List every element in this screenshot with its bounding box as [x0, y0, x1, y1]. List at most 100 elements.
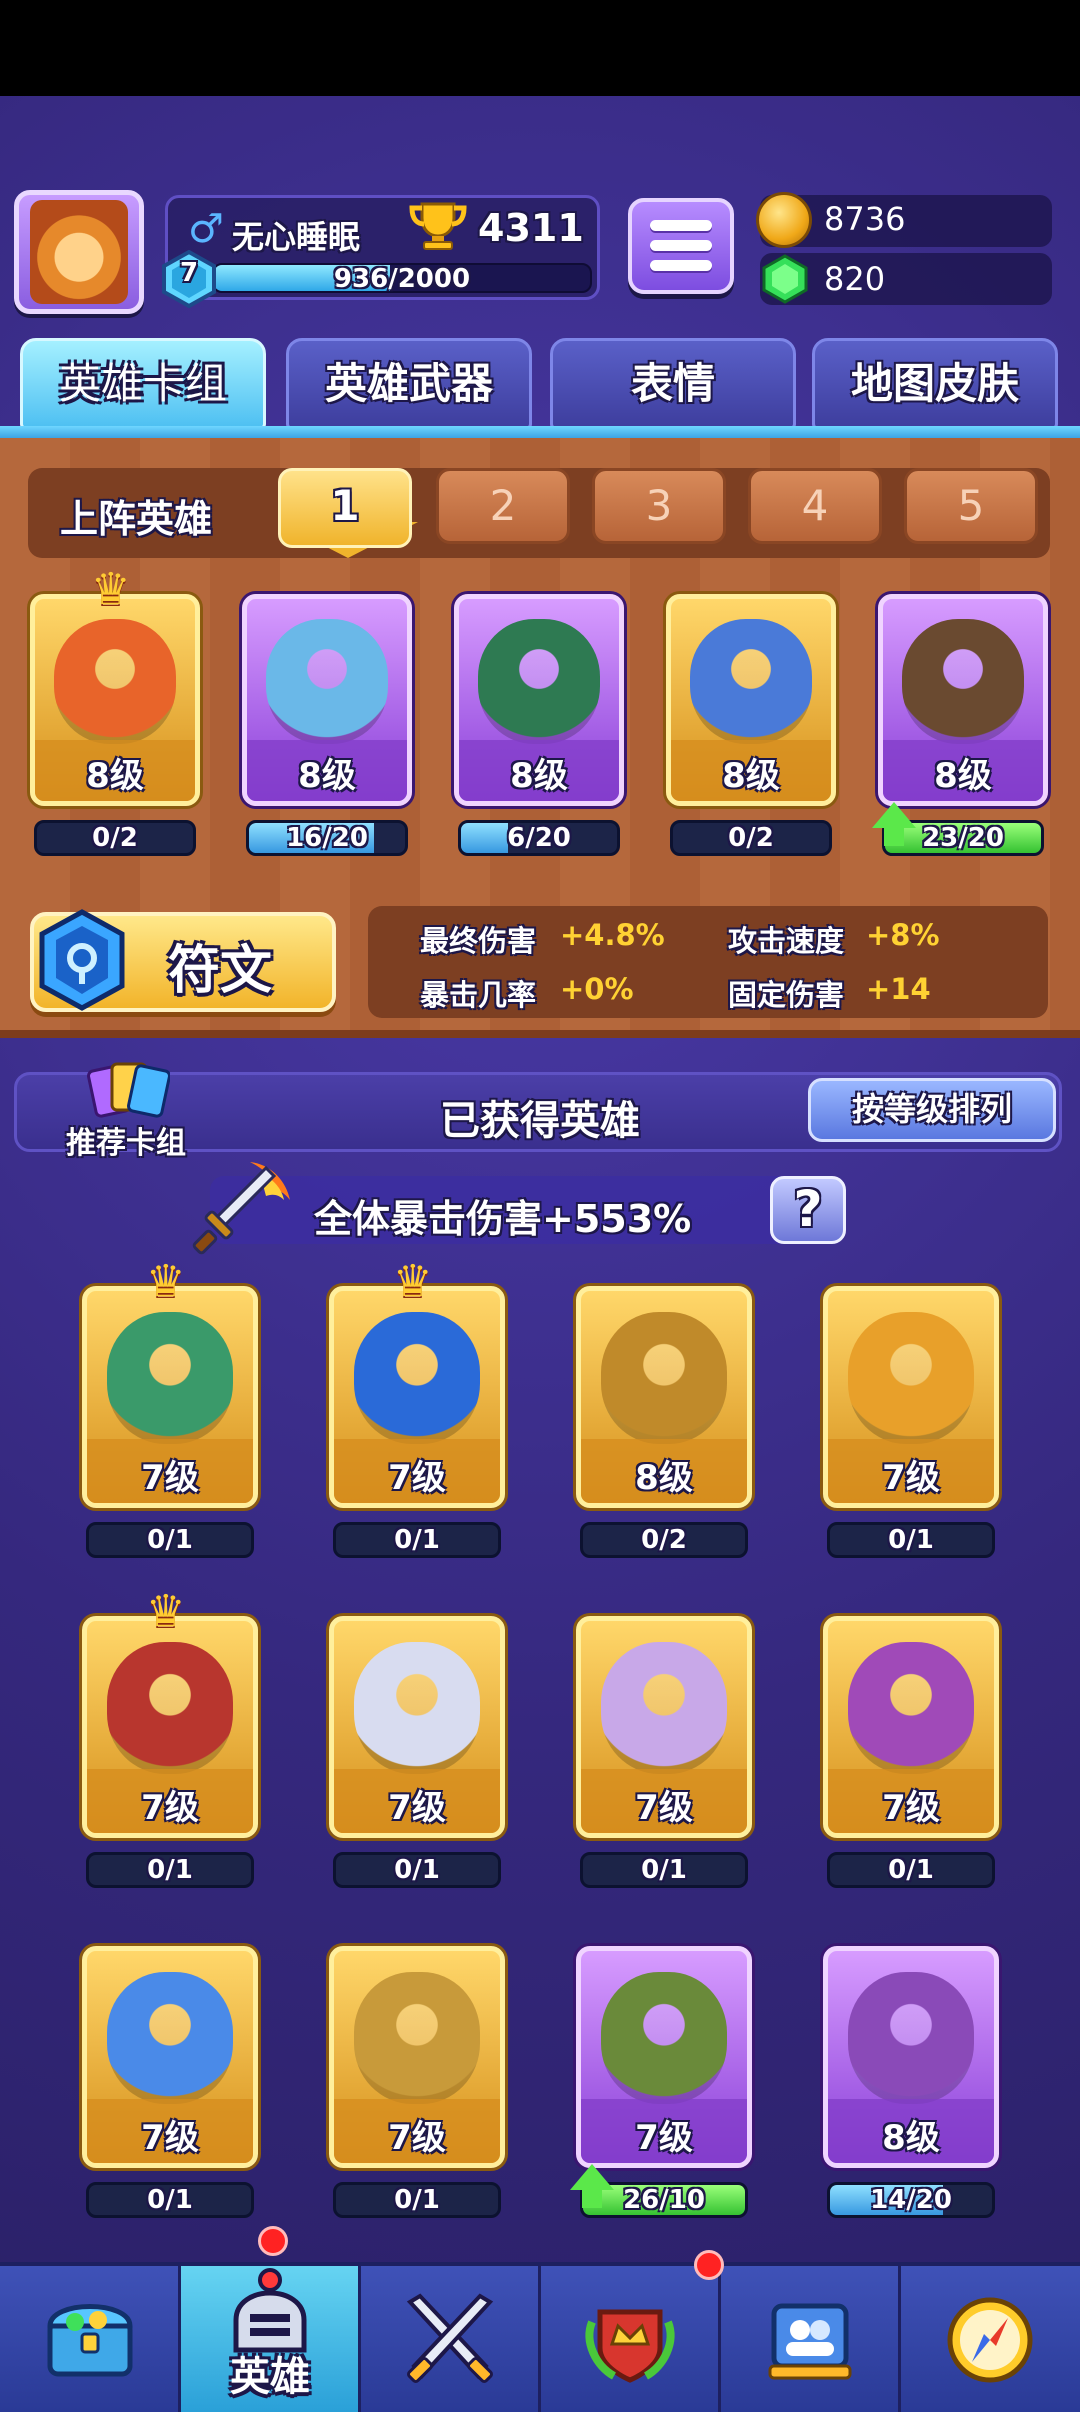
hero-level: 8级	[934, 756, 992, 796]
stat-label: 最终伤害	[420, 924, 537, 958]
lineup-card[interactable]: 8级 23/20	[872, 594, 1048, 862]
card-progress-bar: 14/20	[827, 2182, 995, 2218]
trophy-count: 4311	[478, 206, 584, 250]
avatar[interactable]	[30, 200, 128, 304]
nav-item-treasure-chest[interactable]	[0, 2266, 180, 2412]
card-progress-text: 0/1	[147, 1525, 193, 1555]
treasure-chest-icon	[47, 2304, 133, 2377]
hero-portrait: 8级	[666, 594, 836, 806]
crown-icon: ♛	[146, 1256, 186, 1307]
hero-portrait: 7级	[82, 1286, 258, 1508]
nav-divider	[358, 2266, 361, 2412]
collection-card[interactable]: 7级 0/1	[823, 1286, 999, 1564]
nav-divider	[178, 2266, 181, 2412]
help-button[interactable]: ?	[770, 1176, 846, 1244]
menu-icon-line	[650, 260, 712, 271]
nav-divider	[538, 2266, 541, 2412]
collection-card[interactable]: 7级 0/1	[576, 1616, 752, 1894]
card-progress-text: 0/1	[888, 1525, 934, 1555]
collection-card[interactable]: 7级 ♛ 0/1	[82, 1586, 258, 1894]
card-progress-bar: 6/20	[458, 820, 620, 856]
collection-card[interactable]: 7级 0/1	[329, 1616, 505, 1894]
card-progress-bar: 0/1	[86, 1852, 254, 1888]
nav-item-crossed-swords[interactable]	[360, 2266, 540, 2412]
tab-underline	[0, 426, 1080, 438]
hero-level: 7级	[141, 1458, 199, 1498]
hero-art	[106, 1642, 234, 1774]
rune-icon	[39, 909, 125, 1011]
trophy-icon	[409, 202, 467, 250]
collection-card[interactable]: 7级 26/10	[570, 1946, 752, 2224]
hero-level: 7级	[882, 1458, 940, 1498]
rune-label: 符文	[168, 941, 273, 1001]
lineup-card[interactable]: 8级 16/20	[242, 594, 412, 862]
menu-icon	[650, 220, 712, 231]
deck-slot-3[interactable]: 3	[592, 468, 726, 544]
deck-slot-4[interactable]: 4	[748, 468, 882, 544]
tab-map-skins[interactable]: 地图皮肤	[812, 338, 1058, 430]
deck-slot-5[interactable]: 5	[904, 468, 1038, 544]
nav-item-knight-helmet[interactable]: 英雄	[180, 2266, 360, 2412]
card-progress-text: 0/1	[147, 2185, 193, 2215]
recommended-deck-label[interactable]: 推荐卡组	[66, 1118, 186, 1162]
card-progress-bar: 0/1	[333, 1852, 501, 1888]
stat-label: 攻击速度	[728, 924, 845, 958]
collection-card[interactable]: 8级 0/2	[576, 1286, 752, 1564]
hero-level: 7级	[141, 2118, 199, 2158]
deck-slot-2[interactable]: 2	[436, 468, 570, 544]
card-progress-text: 0/1	[641, 1855, 687, 1885]
lineup-card[interactable]: 8级 6/20	[454, 594, 624, 862]
hero-art	[106, 1972, 234, 2104]
tab-label: 地图皮肤	[850, 359, 1019, 408]
card-progress-bar: 0/1	[86, 2182, 254, 2218]
collection-card[interactable]: 7级 0/1	[329, 1946, 505, 2224]
upgrade-arrow-icon	[872, 802, 916, 828]
hero-portrait: 7级	[329, 1286, 505, 1508]
hero-portrait: 7级	[823, 1286, 999, 1508]
collection-card[interactable]: 7级 0/1	[823, 1616, 999, 1894]
gem-icon	[762, 254, 808, 304]
hero-level: 7级	[141, 1788, 199, 1828]
tab-hero-deck[interactable]: 英雄卡组	[20, 338, 266, 430]
nav-item-compass[interactable]	[900, 2266, 1080, 2412]
hero-art	[353, 1312, 481, 1444]
lineup-card[interactable]: 8级 ♛ 0/2	[30, 564, 200, 862]
nav-item-team-board[interactable]	[720, 2266, 900, 2412]
hero-level: 7级	[388, 1458, 446, 1498]
gem-count: 820	[824, 260, 886, 298]
recommended-deck-icon[interactable]	[86, 1060, 170, 1120]
crit-bonus-text: 全体暴击伤害+553%	[314, 1197, 692, 1241]
sort-by-level-button[interactable]: 按等级排列	[808, 1078, 1056, 1142]
crown-icon: ♛	[393, 1256, 433, 1307]
tab-hero-weapons[interactable]: 英雄武器	[286, 338, 532, 430]
hero-portrait: 8级	[30, 594, 200, 806]
hero-portrait: 8级	[242, 594, 412, 806]
collection-card[interactable]: 7级 ♛ 0/1	[329, 1256, 505, 1564]
collection-card[interactable]: 7级 ♛ 0/1	[82, 1256, 258, 1564]
tab-label: 表情	[630, 359, 715, 408]
hero-portrait: 8级	[576, 1286, 752, 1508]
card-progress-bar: 0/1	[86, 1522, 254, 1558]
hero-level: 8级	[635, 1458, 693, 1498]
hero-art	[690, 619, 812, 745]
collection-card[interactable]: 7级 0/1	[82, 1946, 258, 2224]
tab-emotes[interactable]: 表情	[550, 338, 796, 430]
card-progress-bar: 0/2	[580, 1522, 748, 1558]
hero-portrait: 7级	[576, 1616, 752, 1838]
nav-item-crown-shield[interactable]	[540, 2266, 720, 2412]
hero-art	[478, 619, 600, 745]
hero-level: 8级	[510, 756, 568, 796]
lineup-card[interactable]: 8级 0/2	[666, 594, 836, 862]
card-progress-text: 0/1	[888, 1855, 934, 1885]
card-progress-text: 0/1	[394, 2185, 440, 2215]
hero-portrait: 7级	[823, 1616, 999, 1838]
card-progress-bar: 0/1	[827, 1522, 995, 1558]
card-progress-bar: 0/2	[670, 820, 832, 856]
deck-slot-1[interactable]: 1	[278, 468, 412, 548]
xp-text: 936/2000	[333, 264, 471, 294]
player-level: 7	[179, 258, 199, 288]
hero-art	[353, 1642, 481, 1774]
stat-value: +8%	[866, 918, 940, 952]
collection-card[interactable]: 8级 14/20	[823, 1946, 999, 2224]
notification-dot	[694, 2250, 724, 2280]
